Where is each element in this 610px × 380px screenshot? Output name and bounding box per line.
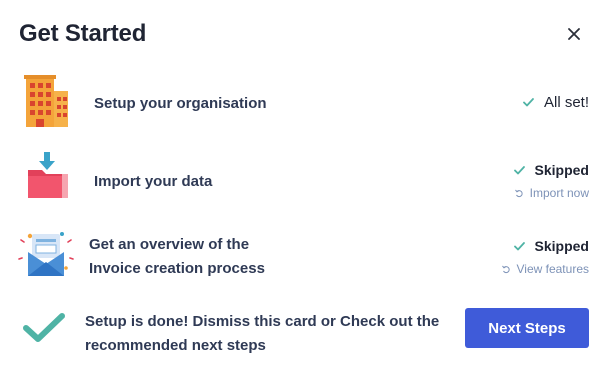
step-label: Setup your organisation: [94, 95, 267, 112]
status-text: Skipped: [534, 162, 589, 178]
check-icon: [513, 165, 525, 174]
step-label: Get an overview of the: [89, 236, 250, 253]
large-check-icon: [23, 313, 65, 342]
step-invoice-overview: Get an overview of the Invoice creation …: [0, 226, 610, 290]
redo-icon: [514, 189, 523, 197]
close-button[interactable]: [564, 24, 584, 44]
status-text: Skipped: [534, 238, 589, 254]
step-import-data: Import your data Skipped Import now: [0, 150, 610, 210]
building-icon: [24, 75, 68, 127]
step-label-line2: Invoice creation process: [89, 260, 265, 277]
step-status: Skipped View features: [501, 238, 590, 276]
step-setup-organisation: Setup your organisation All set!: [0, 72, 610, 132]
card-title: Get Started: [19, 20, 147, 47]
check-icon: [513, 241, 525, 250]
step-status: All set!: [523, 94, 589, 111]
view-features-link[interactable]: View features: [501, 262, 590, 276]
setup-done-message: Setup is done! Dismiss this card or Chec…: [85, 310, 455, 358]
setup-done-line2: recommended next steps: [85, 337, 266, 354]
next-steps-button[interactable]: Next Steps: [465, 308, 589, 348]
close-icon: [568, 28, 580, 40]
setup-done-line1: Setup is done! Dismiss this card or Chec…: [85, 313, 440, 330]
import-now-label: Import now: [529, 186, 589, 200]
check-icon: [523, 98, 534, 107]
view-features-label: View features: [516, 262, 590, 276]
import-now-link[interactable]: Import now: [514, 186, 589, 200]
redo-icon: [501, 265, 510, 273]
folder-import-icon: [28, 152, 68, 198]
status-text: All set!: [543, 94, 589, 111]
invoice-envelope-icon: [18, 232, 74, 276]
step-label: Import your data: [94, 173, 213, 190]
get-started-card: Get Started Setup your organisation All …: [0, 0, 610, 380]
step-status: Skipped Import now: [513, 162, 589, 200]
